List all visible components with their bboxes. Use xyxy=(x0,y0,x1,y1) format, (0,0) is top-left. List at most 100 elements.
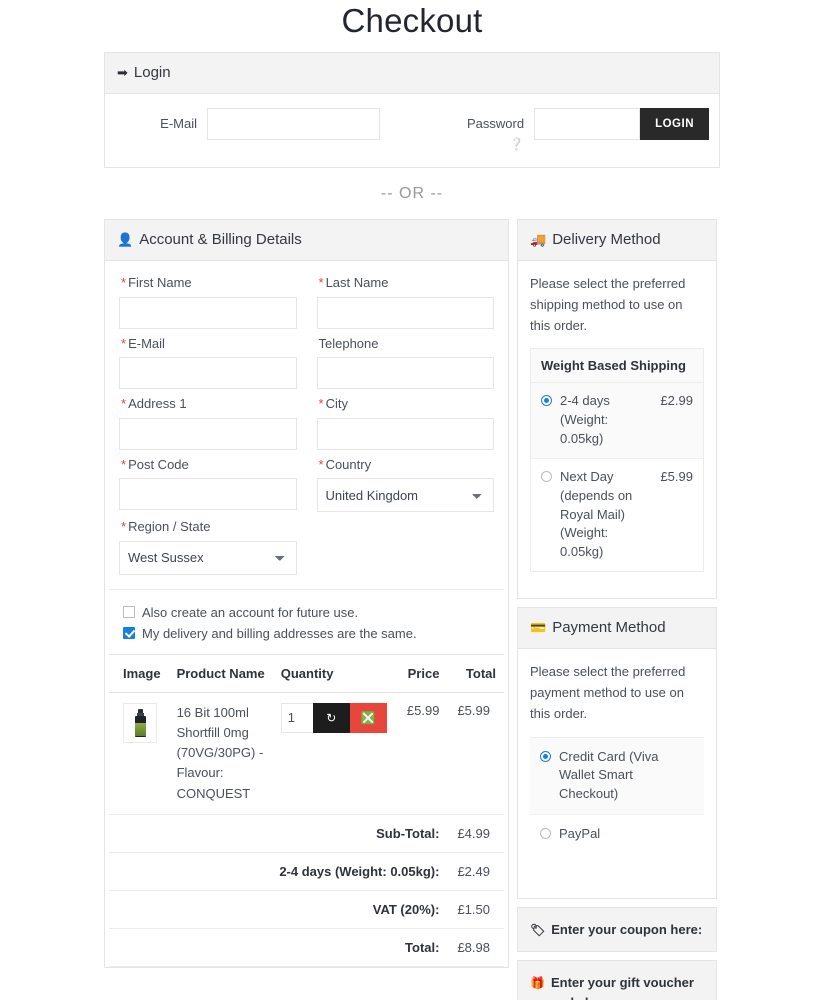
billing-panel: 👤 Account & Billing Details * First Name … xyxy=(104,219,509,968)
same-address-checkbox[interactable] xyxy=(123,627,135,640)
totals-row-vat: VAT (20%): £1.50 xyxy=(109,890,504,929)
or-divider: -- OR -- xyxy=(380,185,444,202)
last-name-input[interactable] xyxy=(316,296,494,329)
city-input[interactable] xyxy=(316,417,494,450)
bottle-icon xyxy=(134,708,146,737)
create-account-checkbox[interactable] xyxy=(123,606,135,619)
checkout-page: Checkout ➡ Login E-Mail Password ❔ LOGIN… xyxy=(0,0,824,1000)
country-select[interactable]: United Kingdom xyxy=(316,478,494,513)
remove-circle-icon: ❎ xyxy=(360,710,376,725)
product-thumbnail[interactable] xyxy=(123,702,157,743)
billing-panel-title: Account & Billing Details xyxy=(139,231,302,248)
required-star: * xyxy=(121,519,127,535)
telephone-label: Telephone xyxy=(318,335,379,351)
shipping-option-2-4-days[interactable]: 2-4 days (Weight: 0.05kg) £2.99 xyxy=(531,383,703,459)
address-1-label: * Address 1 xyxy=(121,396,187,412)
payment-method-panel: 💳 Payment Method Please select the prefe… xyxy=(517,607,717,899)
voucher-panel[interactable]: 🎁 Enter your gift voucher code here: xyxy=(517,960,717,1000)
gift-icon: 🎁 xyxy=(530,976,545,991)
payment-radio-credit-card[interactable] xyxy=(540,750,551,762)
billing-checkboxes: Also create an account for future use. M… xyxy=(109,588,504,654)
cell-image xyxy=(109,692,169,815)
checkout-columns: 👤 Account & Billing Details * First Name … xyxy=(104,219,720,1000)
cell-quantity: ↻ ❎ xyxy=(272,692,395,815)
coupon-panel[interactable]: 🏷 Enter your coupon here: xyxy=(517,906,717,953)
table-row: 16 Bit 100ml Shortfill 0mg (70VG/30PG) -… xyxy=(109,692,504,815)
post-code-input[interactable] xyxy=(119,478,297,511)
question-circle-icon[interactable]: ❔ xyxy=(414,137,524,151)
billing-body: * First Name * Last Name * E-Mail Teleph… xyxy=(105,261,508,967)
country-label: * Country xyxy=(318,456,372,472)
shipping-group: Weight Based Shipping 2-4 days (Weight: … xyxy=(530,348,704,573)
email-input[interactable] xyxy=(119,357,297,390)
tag-icon: 🏷 xyxy=(530,922,546,937)
payment-intro: Please select the preferred payment meth… xyxy=(530,664,686,721)
col-price: Price xyxy=(394,653,448,693)
shipping-radio-next-day[interactable] xyxy=(541,470,552,482)
cart-header-row: Image Product Name Quantity Price Total xyxy=(109,653,504,693)
vat-label: VAT (20%): xyxy=(109,890,448,929)
login-email-input[interactable] xyxy=(207,108,380,140)
first-name-input[interactable] xyxy=(119,296,297,329)
region-state-select[interactable]: West Sussex xyxy=(119,540,297,575)
first-name-label: * First Name xyxy=(121,275,192,290)
same-address-checkbox-row[interactable]: My delivery and billing addresses are th… xyxy=(123,623,490,644)
create-account-checkbox-row[interactable]: Also create an account for future use. xyxy=(123,602,490,623)
region-state-label: * Region / State xyxy=(121,519,211,535)
cart-table-foot: Sub-Total: £4.99 2-4 days (Weight: 0.05k… xyxy=(109,814,504,967)
credit-card-icon: 💳 xyxy=(530,620,547,636)
quantity-input[interactable] xyxy=(280,702,313,733)
last-name-label: * Last Name xyxy=(318,275,389,290)
payment-option-paypal[interactable]: PayPal xyxy=(530,815,704,854)
required-star: * xyxy=(121,396,127,412)
shipping-radio-2-4-days[interactable] xyxy=(541,395,552,407)
shipping-value: £2.49 xyxy=(447,852,504,891)
delivery-panel-header: 🚚 Delivery Method xyxy=(518,220,716,261)
payment-panel-body: Please select the preferred payment meth… xyxy=(518,649,716,898)
telephone-input[interactable] xyxy=(316,357,494,390)
remove-item-button[interactable]: ❎ xyxy=(349,702,387,733)
col-quantity: Quantity xyxy=(272,653,395,693)
totals-row-total: Total: £8.98 xyxy=(109,928,504,967)
field-region-state: * Region / State West Sussex xyxy=(109,519,307,575)
subtotal-value: £4.99 xyxy=(447,814,504,853)
required-star: * xyxy=(121,335,127,351)
field-last-name: * Last Name xyxy=(307,275,505,329)
login-password-input[interactable] xyxy=(534,108,641,140)
delivery-intro: Please select the preferred shipping met… xyxy=(530,276,686,333)
address-1-input[interactable] xyxy=(119,417,297,450)
cart-table-head: Image Product Name Quantity Price Total xyxy=(109,653,504,693)
delivery-panel-spacer xyxy=(530,572,704,588)
quantity-group: ↻ ❎ xyxy=(280,702,387,733)
cart-table-body: 16 Bit 100ml Shortfill 0mg (70VG/30PG) -… xyxy=(109,692,504,815)
right-column: 🚚 Delivery Method Please select the pref… xyxy=(517,219,717,1000)
city-label: * City xyxy=(318,396,348,412)
billing-panel-header: 👤 Account & Billing Details xyxy=(105,220,508,261)
truck-icon: 🚚 xyxy=(530,232,547,248)
refresh-icon: ↻ xyxy=(326,710,337,725)
cell-product-name: 16 Bit 100ml Shortfill 0mg (70VG/30PG) -… xyxy=(168,692,273,815)
user-icon: 👤 xyxy=(117,232,134,248)
required-star: * xyxy=(121,456,127,472)
shipping-label: 2-4 days (Weight: 0.05kg): xyxy=(109,852,448,891)
shipping-label-next-day: Next Day (depends on Royal Mail) (Weight… xyxy=(560,468,633,560)
shipping-option-next-day[interactable]: Next Day (depends on Royal Mail) (Weight… xyxy=(531,459,703,571)
login-button[interactable]: LOGIN xyxy=(640,108,709,140)
shipping-price-next-day: £5.99 xyxy=(660,468,693,484)
cell-price: £5.99 xyxy=(394,692,448,815)
payment-label-credit-card: Credit Card (Viva Wallet Smart Checkout) xyxy=(559,748,659,802)
total-value: £8.98 xyxy=(447,928,504,967)
field-address-1: * Address 1 xyxy=(109,396,307,450)
login-email-label: E-Mail xyxy=(160,116,197,131)
login-panel-header: ➡ Login xyxy=(105,53,719,94)
update-quantity-button[interactable]: ↻ xyxy=(312,702,350,733)
total-label: Total: xyxy=(109,928,448,967)
login-form: E-Mail Password ❔ LOGIN xyxy=(105,94,719,167)
payment-radio-paypal[interactable] xyxy=(540,828,551,840)
totals-row-shipping: 2-4 days (Weight: 0.05kg): £2.49 xyxy=(109,852,504,891)
subtotal-label: Sub-Total: xyxy=(109,814,448,853)
cart-table: Image Product Name Quantity Price Total xyxy=(109,653,504,967)
field-email: * E-Mail xyxy=(109,336,307,390)
payment-option-credit-card[interactable]: Credit Card (Viva Wallet Smart Checkout) xyxy=(530,737,704,816)
payment-panel-header: 💳 Payment Method xyxy=(518,608,716,650)
